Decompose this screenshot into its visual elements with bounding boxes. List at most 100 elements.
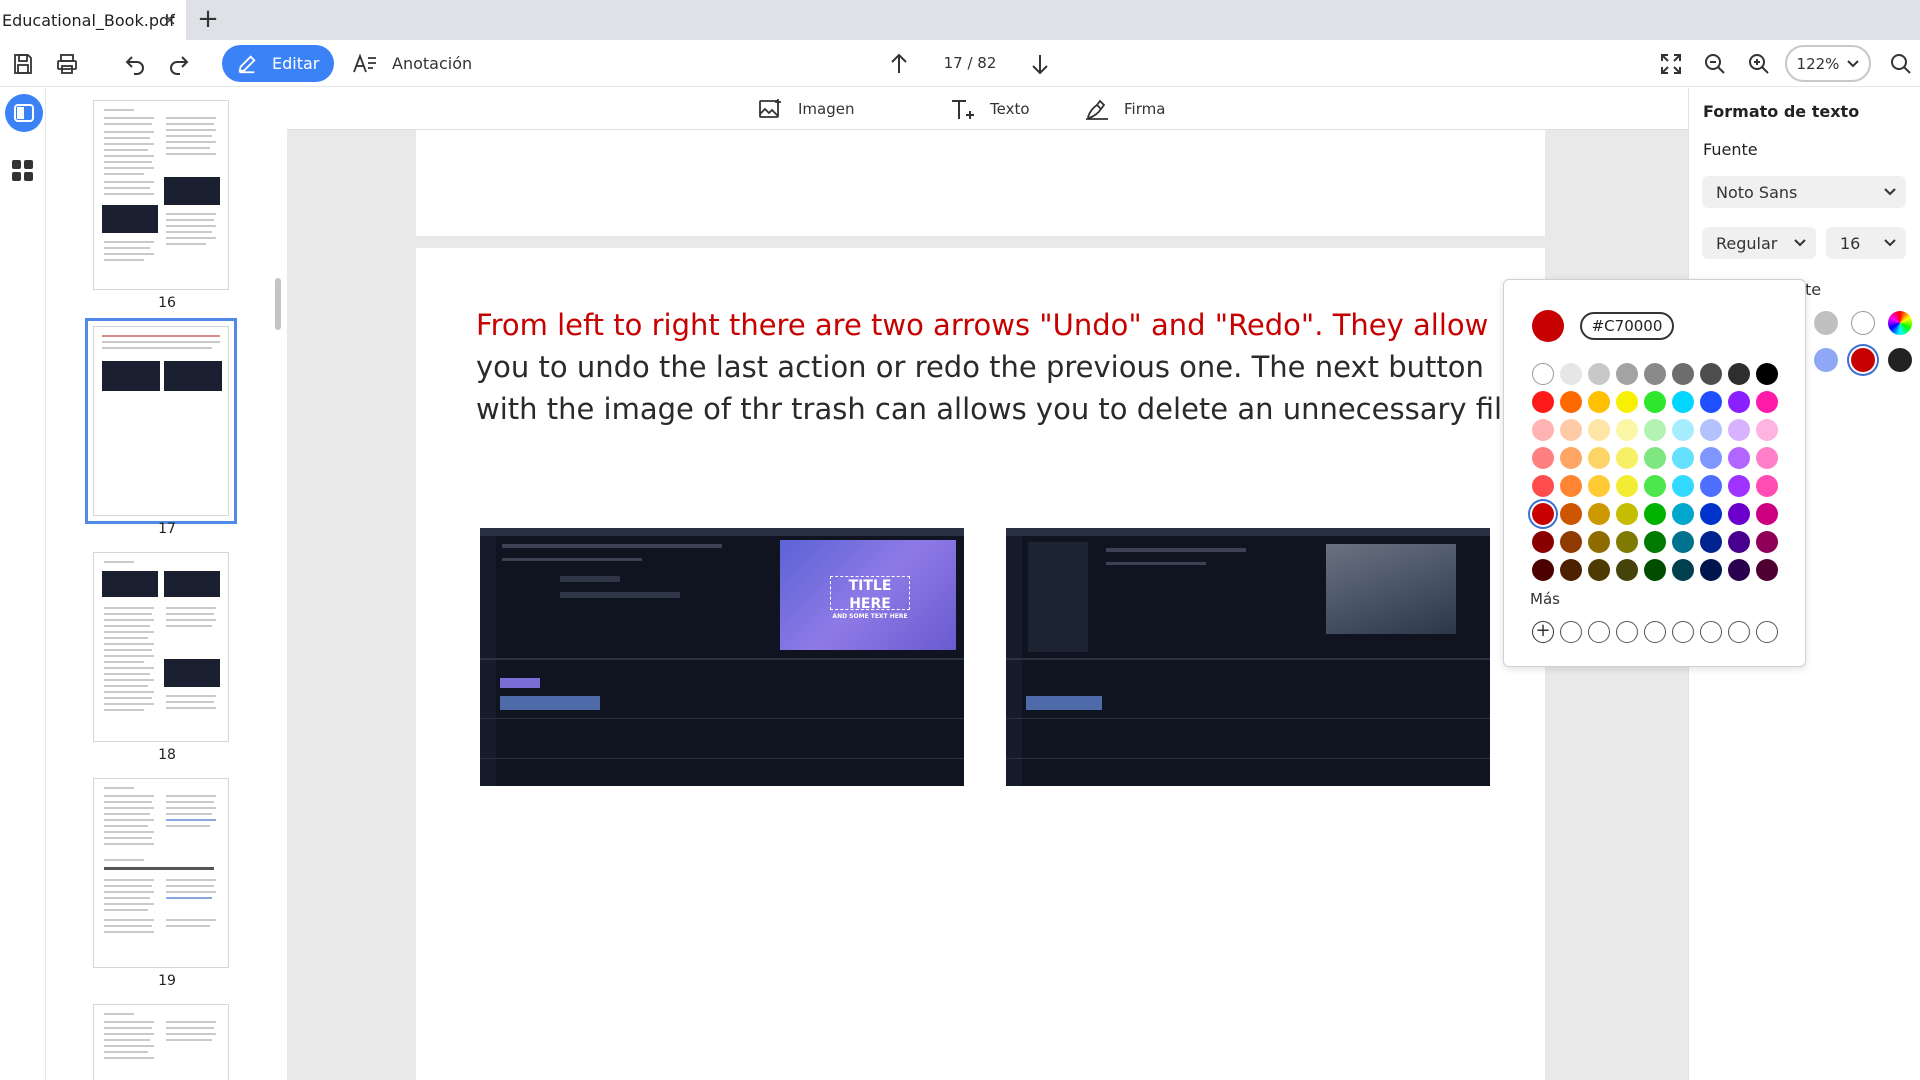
palette-color[interactable] bbox=[1669, 416, 1697, 444]
palette-color[interactable] bbox=[1613, 556, 1641, 584]
palette-color[interactable] bbox=[1753, 472, 1781, 500]
palette-color[interactable] bbox=[1641, 416, 1669, 444]
palette-color[interactable] bbox=[1557, 444, 1585, 472]
palette-color[interactable] bbox=[1725, 416, 1753, 444]
custom-color-slot[interactable] bbox=[1700, 621, 1722, 643]
palette-color[interactable] bbox=[1753, 500, 1781, 528]
palette-color[interactable] bbox=[1697, 416, 1725, 444]
palette-color[interactable] bbox=[1753, 444, 1781, 472]
zoom-out-icon[interactable] bbox=[1701, 50, 1729, 78]
thumbnail-page[interactable] bbox=[93, 552, 229, 742]
palette-color[interactable] bbox=[1725, 444, 1753, 472]
palette-color[interactable] bbox=[1585, 528, 1613, 556]
search-icon[interactable] bbox=[1887, 50, 1915, 78]
zoom-in-icon[interactable] bbox=[1745, 50, 1773, 78]
custom-color-slot[interactable] bbox=[1756, 621, 1778, 643]
palette-color[interactable] bbox=[1585, 444, 1613, 472]
palette-color[interactable] bbox=[1753, 528, 1781, 556]
palette-color[interactable] bbox=[1557, 528, 1585, 556]
color-swatch[interactable] bbox=[1814, 348, 1838, 372]
palette-color[interactable] bbox=[1669, 500, 1697, 528]
palette-color[interactable] bbox=[1613, 360, 1641, 388]
page-image-editor-screenshot[interactable]: TITLE HERE AND SOME TEXT HERE bbox=[480, 528, 964, 786]
thumbnail-page-selected[interactable] bbox=[85, 318, 237, 524]
palette-color[interactable] bbox=[1697, 500, 1725, 528]
tab-close-icon[interactable]: × bbox=[160, 10, 180, 30]
palette-color[interactable] bbox=[1697, 388, 1725, 416]
thumbnail-page[interactable] bbox=[93, 100, 229, 290]
color-swatch[interactable] bbox=[1851, 311, 1875, 335]
palette-color[interactable] bbox=[1585, 416, 1613, 444]
palette-color[interactable] bbox=[1529, 360, 1557, 388]
palette-color[interactable] bbox=[1529, 472, 1557, 500]
palette-color[interactable] bbox=[1669, 360, 1697, 388]
palette-color[interactable] bbox=[1557, 500, 1585, 528]
palette-color[interactable] bbox=[1585, 360, 1613, 388]
palette-color[interactable] bbox=[1697, 444, 1725, 472]
palette-color[interactable] bbox=[1613, 444, 1641, 472]
palette-color[interactable] bbox=[1529, 444, 1557, 472]
palette-color[interactable] bbox=[1725, 388, 1753, 416]
color-swatch[interactable] bbox=[1888, 348, 1912, 372]
palette-color[interactable] bbox=[1725, 500, 1753, 528]
palette-color[interactable] bbox=[1585, 500, 1613, 528]
palette-color[interactable] bbox=[1557, 388, 1585, 416]
custom-color-slot[interactable] bbox=[1672, 621, 1694, 643]
custom-color-slot[interactable] bbox=[1644, 621, 1666, 643]
zoom-select[interactable]: 122% bbox=[1785, 45, 1871, 82]
palette-color[interactable] bbox=[1725, 556, 1753, 584]
next-page-icon[interactable] bbox=[1026, 50, 1054, 78]
palette-color[interactable] bbox=[1697, 556, 1725, 584]
palette-color[interactable] bbox=[1613, 500, 1641, 528]
palette-color[interactable] bbox=[1641, 360, 1669, 388]
color-swatch[interactable] bbox=[1814, 311, 1838, 335]
palette-color[interactable] bbox=[1585, 472, 1613, 500]
palette-color[interactable] bbox=[1557, 556, 1585, 584]
thumbnail-page[interactable] bbox=[93, 1004, 229, 1080]
insert-text-button[interactable]: Texto bbox=[950, 94, 1030, 124]
thumbnail-page[interactable] bbox=[93, 778, 229, 968]
insert-signature-button[interactable]: Firma bbox=[1084, 94, 1165, 124]
font-family-select[interactable]: Noto Sans bbox=[1702, 176, 1906, 208]
palette-color[interactable] bbox=[1557, 472, 1585, 500]
palette-color[interactable] bbox=[1697, 360, 1725, 388]
insert-image-button[interactable]: Imagen bbox=[758, 94, 854, 124]
palette-color-selected[interactable] bbox=[1529, 500, 1557, 528]
palette-color[interactable] bbox=[1641, 556, 1669, 584]
palette-color[interactable] bbox=[1697, 472, 1725, 500]
font-style-select[interactable]: Regular bbox=[1702, 227, 1816, 259]
grid-view-icon[interactable] bbox=[11, 159, 35, 183]
custom-color-slot[interactable] bbox=[1560, 621, 1582, 643]
palette-color[interactable] bbox=[1585, 556, 1613, 584]
palette-color[interactable] bbox=[1641, 500, 1669, 528]
fullscreen-icon[interactable] bbox=[1657, 50, 1685, 78]
current-page[interactable]: From left to right there are two arrows … bbox=[416, 248, 1545, 1080]
annotation-mode-button[interactable]: Anotación bbox=[352, 45, 472, 82]
palette-color[interactable] bbox=[1669, 444, 1697, 472]
palette-color[interactable] bbox=[1725, 472, 1753, 500]
color-swatch-selected[interactable] bbox=[1851, 348, 1875, 372]
text-line[interactable]: with the image of thr trash can allows y… bbox=[476, 388, 1536, 430]
color-wheel-icon[interactable] bbox=[1888, 311, 1912, 335]
new-tab-button[interactable]: + bbox=[194, 6, 222, 34]
palette-color[interactable] bbox=[1613, 416, 1641, 444]
print-icon[interactable] bbox=[53, 50, 81, 78]
palette-color[interactable] bbox=[1669, 388, 1697, 416]
previous-page-icon[interactable] bbox=[885, 50, 913, 78]
palette-color[interactable] bbox=[1585, 388, 1613, 416]
custom-color-slot[interactable] bbox=[1588, 621, 1610, 643]
palette-color[interactable] bbox=[1753, 556, 1781, 584]
document-tab[interactable]: Educational_Book.pdf × bbox=[0, 0, 186, 40]
add-custom-color-icon[interactable]: + bbox=[1532, 621, 1554, 643]
page-paragraph[interactable]: From left to right there are two arrows … bbox=[476, 304, 1536, 430]
text-line[interactable]: you to undo the last action or redo the … bbox=[476, 346, 1536, 388]
thumbnail-scrollbar[interactable] bbox=[275, 278, 281, 330]
selected-text-line[interactable]: From left to right there are two arrows … bbox=[476, 304, 1536, 346]
palette-color[interactable] bbox=[1529, 416, 1557, 444]
palette-color[interactable] bbox=[1557, 360, 1585, 388]
palette-color[interactable] bbox=[1613, 388, 1641, 416]
redo-icon[interactable] bbox=[165, 50, 193, 78]
custom-color-slot[interactable] bbox=[1728, 621, 1750, 643]
palette-color[interactable] bbox=[1557, 416, 1585, 444]
palette-color[interactable] bbox=[1641, 528, 1669, 556]
